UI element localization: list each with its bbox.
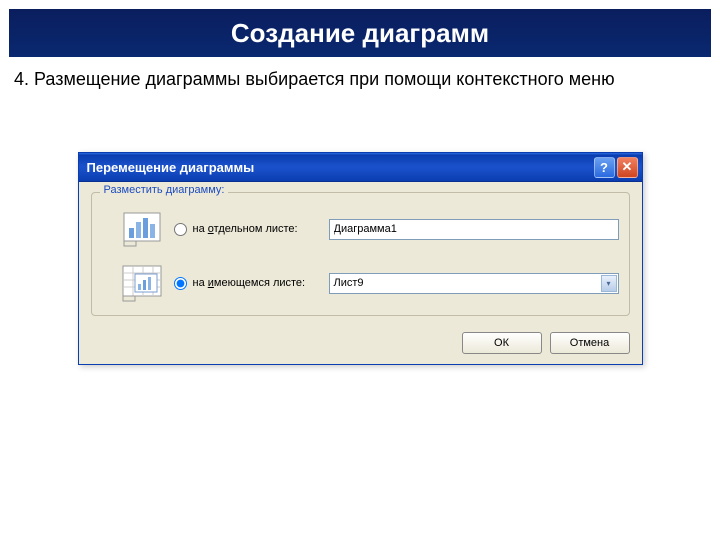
new-sheet-name-input[interactable]	[329, 219, 619, 240]
dialog-title: Перемещение диаграммы	[87, 160, 594, 175]
option-existing-sheet-row: на имеющемся листе: Лист9 ▾	[102, 263, 619, 303]
dropdown-value: Лист9	[334, 277, 364, 289]
cancel-button[interactable]: Отмена	[550, 332, 630, 354]
placement-groupbox: Разместить диаграмму: на отдельном листе…	[91, 192, 630, 316]
radio-existing-sheet[interactable]: на имеющемся листе:	[174, 277, 319, 290]
help-button[interactable]: ?	[594, 157, 615, 178]
close-button[interactable]: ✕	[617, 157, 638, 178]
move-chart-dialog: Перемещение диаграммы ? ✕ Разместить диа…	[78, 152, 643, 365]
existing-sheet-dropdown[interactable]: Лист9 ▾	[329, 273, 619, 294]
radio-existing-sheet-label: на имеющемся листе:	[193, 277, 306, 289]
option-new-sheet-row: на отдельном листе:	[102, 209, 619, 249]
radio-new-sheet-input[interactable]	[174, 223, 187, 236]
help-icon: ?	[600, 160, 608, 175]
chevron-down-icon: ▾	[601, 275, 617, 292]
radio-existing-sheet-input[interactable]	[174, 277, 187, 290]
dialog-titlebar: Перемещение диаграммы ? ✕	[79, 153, 642, 182]
close-icon: ✕	[622, 159, 633, 175]
dialog-button-row: ОК Отмена	[79, 324, 642, 364]
ok-button[interactable]: ОК	[462, 332, 542, 354]
instruction-text: 4. Размещение диаграммы выбирается при п…	[0, 57, 720, 102]
chart-new-sheet-icon	[120, 209, 164, 249]
page-title: Создание диаграмм	[231, 18, 489, 49]
chart-existing-sheet-icon	[120, 263, 164, 303]
page-header: Создание диаграмм	[9, 9, 711, 57]
radio-new-sheet[interactable]: на отдельном листе:	[174, 223, 319, 236]
group-label: Разместить диаграмму:	[100, 184, 229, 196]
radio-new-sheet-label: на отдельном листе:	[193, 223, 298, 235]
